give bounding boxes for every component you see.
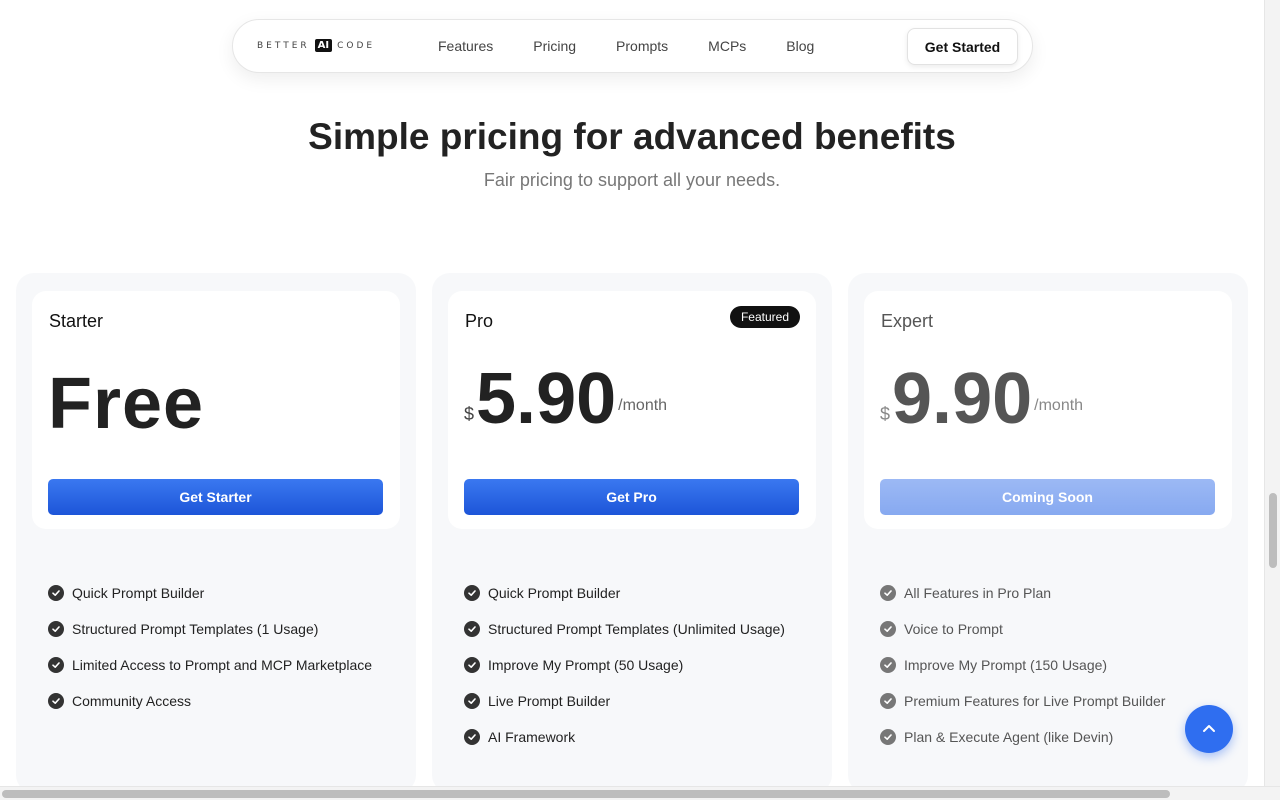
check-circle-icon	[48, 585, 64, 601]
get-started-button[interactable]: Get Started	[907, 28, 1018, 65]
list-item: Live Prompt Builder	[464, 691, 794, 711]
feature-text: Quick Prompt Builder	[72, 585, 205, 601]
nav-links: Features Pricing Prompts MCPs Blog	[438, 20, 854, 72]
check-circle-icon	[464, 729, 480, 745]
list-item: Limited Access to Prompt and MCP Marketp…	[48, 655, 378, 675]
get-starter-button[interactable]: Get Starter	[48, 479, 383, 515]
coming-soon-button[interactable]: Coming Soon	[880, 479, 1215, 515]
nav-link-features[interactable]: Features	[438, 38, 493, 54]
logo-text-ai: AI	[314, 39, 333, 52]
feature-text: Quick Prompt Builder	[488, 585, 621, 601]
plan-price: $ 5.90 /month	[464, 363, 667, 435]
check-circle-icon	[880, 693, 896, 709]
scroll-to-top-button[interactable]	[1185, 705, 1233, 753]
price-period: /month	[618, 397, 668, 414]
check-circle-icon	[880, 621, 896, 637]
plan-name: Pro	[465, 311, 494, 331]
chevron-up-icon	[1203, 725, 1215, 732]
feature-text: Improve My Prompt (50 Usage)	[488, 657, 684, 673]
feature-text: Improve My Prompt (150 Usage)	[904, 657, 1108, 673]
price-amount: 9.90	[892, 359, 1033, 439]
get-pro-button[interactable]: Get Pro	[464, 479, 799, 515]
plan-header-expert: Expert $ 9.90 /month Coming Soon	[864, 291, 1232, 529]
logo[interactable]: BETTER AI CODE	[257, 39, 375, 52]
check-circle-icon	[464, 657, 480, 673]
feature-list-starter: Quick Prompt Builder Structured Prompt T…	[48, 583, 378, 727]
plan-price: Free	[48, 364, 205, 444]
feature-text: Community Access	[72, 693, 192, 709]
check-circle-icon	[464, 585, 480, 601]
list-item: Quick Prompt Builder	[464, 583, 794, 603]
plan-card-starter: Starter Free Get Starter Quick Prompt Bu…	[16, 273, 416, 793]
price-amount: 5.90	[476, 359, 617, 439]
feature-text: Live Prompt Builder	[488, 693, 611, 709]
list-item: Premium Features for Live Prompt Builder	[880, 691, 1210, 711]
feature-text: Structured Prompt Templates (Unlimited U…	[488, 621, 785, 637]
plan-price: $ 9.90 /month	[880, 363, 1083, 435]
list-item: Structured Prompt Templates (1 Usage)	[48, 619, 378, 639]
logo-text-right: CODE	[337, 40, 376, 51]
vertical-scrollbar[interactable]	[1264, 0, 1280, 786]
list-item: Community Access	[48, 691, 378, 711]
list-item: Voice to Prompt	[880, 619, 1210, 639]
page-title: Simple pricing for advanced benefits	[308, 116, 956, 157]
plan-name: Starter	[49, 311, 104, 331]
check-circle-icon	[48, 693, 64, 709]
list-item: Quick Prompt Builder	[48, 583, 378, 603]
nav-link-mcps[interactable]: MCPs	[708, 38, 746, 54]
feature-text: All Features in Pro Plan	[904, 585, 1052, 601]
price-currency: $	[464, 404, 475, 424]
nav-link-prompts[interactable]: Prompts	[616, 38, 668, 54]
plan-name: Expert	[881, 311, 934, 331]
plan-header-starter: Starter Free Get Starter	[32, 291, 400, 529]
plan-card-pro: Pro Featured $ 5.90 /month Get Pro Quick…	[432, 273, 832, 793]
list-item: Structured Prompt Templates (Unlimited U…	[464, 619, 794, 639]
vertical-scrollbar-thumb[interactable]	[1269, 493, 1277, 568]
navbar: BETTER AI CODE Features Pricing Prompts …	[232, 19, 1033, 73]
plan-header-pro: Pro Featured $ 5.90 /month Get Pro	[448, 291, 816, 529]
list-item: Improve My Prompt (50 Usage)	[464, 655, 794, 675]
feature-list-pro: Quick Prompt Builder Structured Prompt T…	[464, 583, 794, 763]
feature-list-expert: All Features in Pro Plan Voice to Prompt…	[880, 583, 1210, 763]
nav-link-blog[interactable]: Blog	[786, 38, 814, 54]
check-circle-icon	[48, 621, 64, 637]
list-item: AI Framework	[464, 727, 794, 747]
logo-text-left: BETTER	[257, 40, 310, 51]
feature-text: Premium Features for Live Prompt Builder	[904, 693, 1166, 709]
featured-badge: Featured	[729, 306, 800, 328]
check-circle-icon	[880, 657, 896, 673]
list-item: Improve My Prompt (150 Usage)	[880, 655, 1210, 675]
horizontal-scrollbar-thumb[interactable]	[2, 790, 1170, 798]
check-circle-icon	[880, 729, 896, 745]
page-subtitle: Fair pricing to support all your needs.	[483, 170, 781, 190]
nav-link-pricing[interactable]: Pricing	[533, 38, 576, 54]
list-item: All Features in Pro Plan	[880, 583, 1210, 603]
check-circle-icon	[880, 585, 896, 601]
check-circle-icon	[464, 693, 480, 709]
horizontal-scrollbar[interactable]	[0, 786, 1280, 800]
feature-text: Structured Prompt Templates (1 Usage)	[72, 621, 319, 637]
feature-text: Limited Access to Prompt and MCP Marketp…	[72, 657, 373, 673]
price-currency: $	[880, 404, 891, 424]
check-circle-icon	[464, 621, 480, 637]
list-item: Plan & Execute Agent (like Devin)	[880, 727, 1210, 747]
feature-text: AI Framework	[488, 729, 576, 745]
feature-text: Plan & Execute Agent (like Devin)	[904, 729, 1114, 745]
feature-text: Voice to Prompt	[904, 621, 1003, 637]
price-period: /month	[1034, 397, 1084, 414]
check-circle-icon	[48, 657, 64, 673]
